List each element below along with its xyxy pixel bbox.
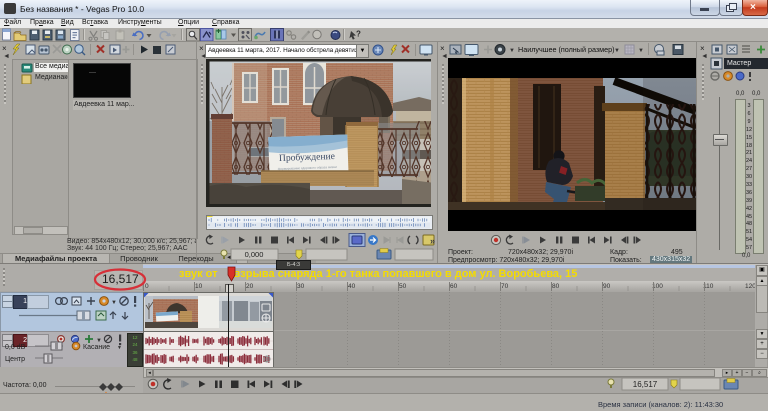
svg-text:80: 80: [552, 283, 560, 290]
svg-text:Касание: Касание: [83, 344, 110, 351]
svg-text:0,000: 0,000: [245, 250, 264, 259]
svg-text:Наилучшее (полный размер): Наилучшее (полный размер): [518, 45, 615, 54]
svg-text:▼: ▼: [638, 48, 644, 54]
svg-text:70: 70: [501, 283, 509, 290]
svg-text:▼: ▼: [614, 48, 620, 54]
svg-text:90: 90: [603, 283, 611, 290]
svg-text:▼: ▼: [111, 300, 117, 306]
svg-text:16,517: 16,517: [633, 380, 658, 389]
svg-text:20: 20: [246, 283, 254, 290]
svg-text:0,0 dB: 0,0 dB: [5, 344, 26, 351]
svg-text:▼: ▼: [117, 345, 122, 351]
svg-text:▼: ▼: [509, 48, 515, 54]
svg-text:Центр: Центр: [5, 356, 25, 363]
svg-text:»: »: [430, 236, 435, 246]
svg-text:30: 30: [297, 283, 305, 290]
svg-text:40: 40: [348, 283, 356, 290]
svg-text:50: 50: [399, 283, 407, 290]
svg-text:10: 10: [195, 283, 203, 290]
svg-text:?: ?: [356, 30, 361, 39]
svg-text:60: 60: [450, 283, 458, 290]
